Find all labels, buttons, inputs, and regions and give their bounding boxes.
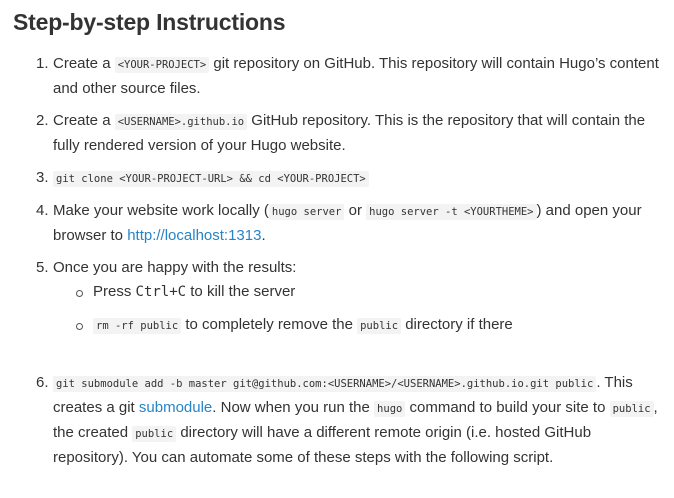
inline-code: hugo server -t <YOURTHEME> (366, 204, 537, 220)
circle-bullet-icon (76, 290, 83, 297)
sub-list: Press Ctrl+C to kill the server rm -rf p… (53, 280, 663, 338)
step-number: 3. (36, 169, 49, 186)
localhost-link[interactable]: http://localhost:1313 (127, 227, 261, 244)
inline-code: public (132, 426, 177, 442)
list-item-step-6: 6. git submodule add -b master git@githu… (36, 371, 663, 470)
page-title: Step-by-step Instructions (13, 9, 286, 35)
sub-text: to completely remove the (181, 316, 358, 333)
inline-code: hugo (374, 401, 406, 417)
step-text: . Now when you run the (212, 399, 375, 416)
sub-text: directory if there (401, 316, 513, 333)
step-text: Once you are happy with the results: (53, 259, 297, 276)
inline-code: <USERNAME>.github.io (114, 114, 248, 130)
step-number: 2. (36, 112, 49, 129)
step-text: or (344, 202, 367, 219)
step-text: Create a (53, 112, 115, 129)
inline-code: <YOUR-PROJECT> (114, 57, 210, 73)
keyboard-shortcut: Ctrl+C (135, 284, 187, 300)
inline-code: rm -rf public (93, 318, 182, 334)
step-number: 6. (36, 374, 49, 391)
inline-code: git clone <YOUR-PROJECT-URL> && cd <YOUR… (53, 171, 369, 187)
sub-list-item: rm -rf public to completely remove the p… (76, 313, 663, 338)
step-text: command to build your site to (405, 399, 610, 416)
list-item-step-4: 4. Make your website work locally (hugo … (36, 199, 663, 248)
step-number: 5. (36, 259, 49, 276)
step-number: 1. (36, 55, 49, 72)
inline-code: git submodule add -b master git@github.c… (53, 376, 597, 392)
inline-code: hugo server (268, 204, 345, 220)
list-item-step-2: 2. Create a <USERNAME>.github.io GitHub … (36, 109, 663, 158)
circle-bullet-icon (76, 323, 83, 330)
list-item-step-3: 3. git clone <YOUR-PROJECT-URL> && cd <Y… (36, 166, 663, 191)
step-number: 4. (36, 202, 49, 219)
list-item-step-5: 5. Once you are happy with the results: … (36, 256, 663, 338)
instructions-list: 1. Create a <YOUR-PROJECT> git repositor… (13, 52, 663, 470)
step-text: . (261, 227, 266, 244)
sub-list-item: Press Ctrl+C to kill the server (76, 280, 663, 304)
sub-text: Press (93, 283, 136, 300)
step-text: Create a (53, 55, 115, 72)
step-text: Make your website work locally ( (53, 202, 269, 219)
sub-text: to kill the server (186, 283, 296, 300)
page: Step-by-step Instructions 1. Create a <Y… (0, 0, 674, 498)
inline-code: public (357, 318, 402, 334)
list-item-step-1: 1. Create a <YOUR-PROJECT> git repositor… (36, 52, 663, 101)
submodule-link[interactable]: submodule (139, 399, 212, 416)
inline-code: public (609, 401, 654, 417)
